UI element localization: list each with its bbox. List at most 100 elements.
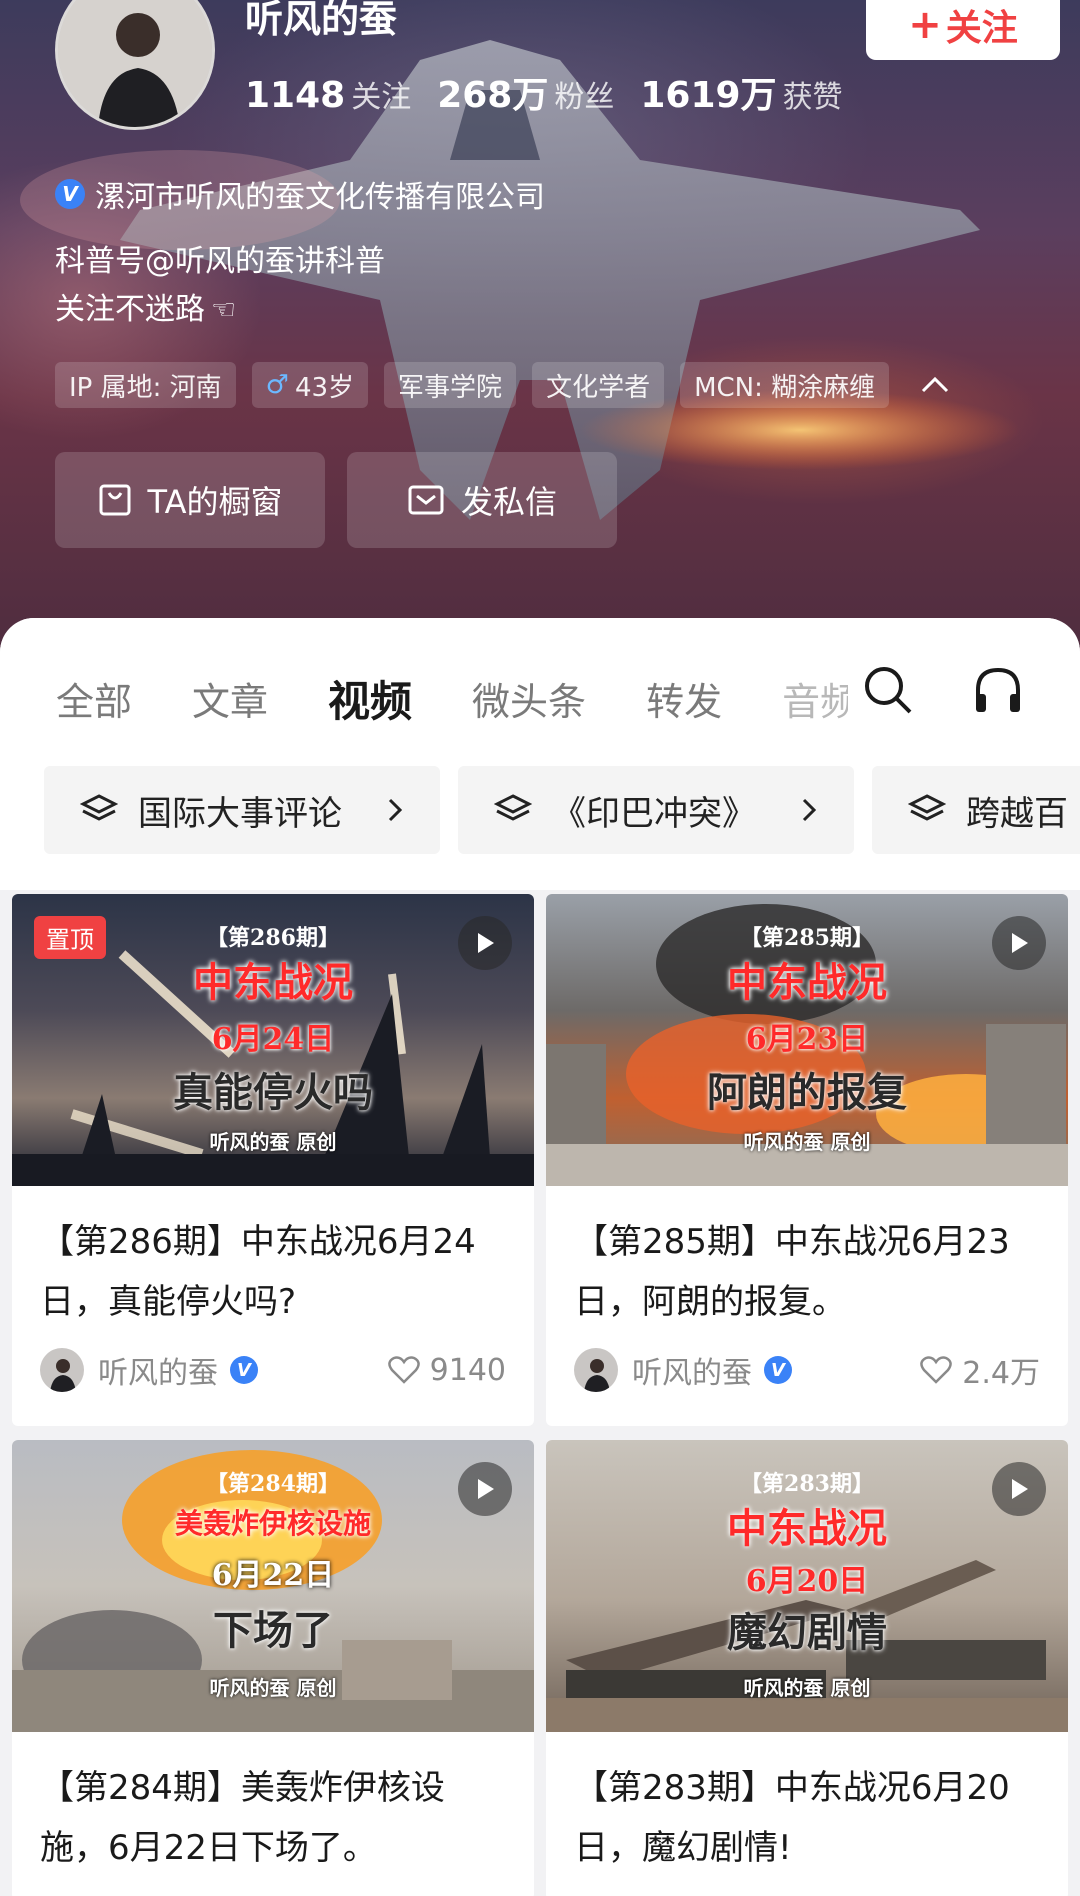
thumbnail-subtitle: 魔幻剧情 [727, 1609, 887, 1656]
thumbnail-signature: 听风的蚕 原创 [743, 1130, 871, 1154]
ip-location-tag: IP 属地: 河南 [55, 362, 236, 408]
plus-icon: + [908, 2, 942, 48]
heart-icon [387, 1356, 420, 1384]
like-count-value: 9140 [429, 1352, 506, 1388]
like-count[interactable]: 9140 [387, 1332, 506, 1408]
thumbnail-subtitle: 阿朗的报复 [707, 1069, 907, 1116]
verification-line: V 漯河市听风的蚕文化传播有限公司 [55, 172, 545, 216]
followers-stat[interactable]: 268万 粉丝 [437, 66, 614, 118]
age-tag: ♂ 43岁 [251, 362, 369, 408]
collection-label: 《印巴冲突》 [552, 793, 756, 834]
layers-icon [80, 794, 118, 821]
follow-button[interactable]: + 关注 [866, 0, 1060, 60]
thumbnail-issue: 【第286期】 [206, 925, 340, 951]
male-gender-icon: ♂ [265, 370, 289, 400]
verified-icon: V [230, 1356, 258, 1384]
thumbnail-issue: 【第283期】 [740, 1471, 874, 1497]
author-name[interactable]: 听风的蚕 [98, 1348, 218, 1392]
school-tag: 军事学院 [384, 362, 517, 408]
layers-icon [908, 794, 946, 821]
verified-icon: V [55, 179, 85, 209]
collections-row: 国际大事评论 《印巴冲突》 跨越百 [44, 766, 1080, 854]
tab-all[interactable]: 全部 [56, 671, 132, 726]
chevron-up-icon[interactable] [915, 365, 955, 405]
like-count[interactable]: 2.4万 [920, 1332, 1040, 1408]
search-icon[interactable] [862, 664, 914, 716]
thumbnail-headline: 美轰炸伊核设施 [174, 1507, 371, 1540]
like-count-value: 2.4万 [962, 1356, 1040, 1391]
chevron-right-icon [802, 798, 817, 822]
collection-label: 国际大事评论 [138, 793, 342, 834]
author-avatar[interactable] [574, 1348, 618, 1392]
thumbnail-signature: 听风的蚕 原创 [209, 1130, 337, 1154]
verified-icon: V [764, 1356, 792, 1384]
chevron-right-icon [388, 798, 403, 822]
shop-window-label: TA的橱窗 [147, 483, 283, 521]
shopping-bag-icon [99, 484, 131, 516]
video-card[interactable]: 置顶 【第286期】 中东战况 6月24日 真能停火吗 听风的蚕 原创 【第28… [12, 894, 534, 1426]
thumbnail-date: 6月22日 [211, 1558, 335, 1593]
verified-text: 漯河市听风的蚕文化传播有限公司 [95, 180, 545, 215]
likes-stat[interactable]: 1619万 获赞 [640, 66, 842, 118]
thumbnail-issue: 【第284期】 [206, 1471, 340, 1497]
video-title[interactable]: 【第285期】中东战况6月23日，阿朗的报复。 [546, 1186, 1068, 1332]
bio-line-1: 科普号@听风的蚕讲科普 [55, 244, 385, 279]
thumbnail-subtitle: 真能停火吗 [173, 1069, 373, 1116]
video-thumbnail[interactable]: 置顶 【第286期】 中东战况 6月24日 真能停火吗 听风的蚕 原创 [12, 894, 534, 1186]
thumbnail-headline: 中东战况 [727, 1505, 887, 1552]
collection-label: 跨越百 [966, 793, 1068, 834]
heart-icon [920, 1356, 953, 1384]
following-count: 1148 [245, 75, 346, 116]
envelope-icon [408, 485, 444, 515]
thumbnail-headline: 中东战况 [727, 959, 887, 1006]
video-title[interactable]: 【第286期】中东战况6月24日，真能停火吗? [12, 1186, 534, 1332]
following-label: 关注 [351, 80, 412, 115]
profile-name: 听风的蚕 [245, 0, 398, 41]
video-card[interactable]: 【第284期】 美轰炸伊核设施 6月22日 下场了 听风的蚕 原创 【第284期… [12, 1440, 534, 1896]
thumbnail-date: 6月20日 [745, 1564, 869, 1599]
tab-video[interactable]: 视频 [328, 668, 412, 729]
shop-window-button[interactable]: TA的橱窗 [55, 452, 325, 548]
profile-stats: 1148 关注 268万 粉丝 1619万 获赞 [245, 66, 843, 118]
thumbnail-signature: 听风的蚕 原创 [743, 1676, 871, 1700]
headphones-icon[interactable] [972, 664, 1024, 716]
video-meta: 听风的蚕 V 9140 [12, 1332, 534, 1408]
follow-button-label: 关注 [945, 8, 1018, 49]
video-thumbnail[interactable]: 【第283期】 中东战况 6月20日 魔幻剧情 听风的蚕 原创 [546, 1440, 1068, 1732]
title-tag: 文化学者 [532, 362, 665, 408]
mcn-tag: MCN: 糊涂麻缠 [680, 362, 890, 408]
following-stat[interactable]: 1148 关注 [245, 72, 411, 116]
thumbnail-date: 6月24日 [211, 1022, 335, 1057]
send-message-button[interactable]: 发私信 [347, 452, 617, 548]
thumbnail-issue: 【第285期】 [740, 925, 874, 951]
thumbnail-subtitle: 下场了 [213, 1607, 333, 1654]
followers-label: 粉丝 [554, 80, 615, 115]
video-title[interactable]: 【第284期】美轰炸伊核设施，6月22日下场了。 [12, 1732, 534, 1878]
content-panel: 全部 文章 视频 微头条 转发 音频 国际大事评论 《印巴冲突》 跨越百 置顶 … [0, 618, 1080, 1896]
collection-item[interactable]: 《印巴冲突》 [458, 766, 854, 854]
profile-bio: 科普号@听风的蚕讲科普 关注不迷路 ☜ [55, 238, 385, 334]
likes-count: 1619万 [640, 75, 777, 116]
content-header: 全部 文章 视频 微头条 转发 音频 国际大事评论 《印巴冲突》 跨越百 [0, 618, 1080, 890]
collection-item[interactable]: 跨越百 [872, 766, 1080, 854]
thumbnail-headline: 中东战况 [193, 959, 353, 1006]
send-message-label: 发私信 [460, 483, 557, 521]
profile-header: 听风的蚕 1148 关注 268万 粉丝 1619万 获赞 + 关注 V 漯河市听风的… [0, 0, 1080, 660]
bio-line-2: 关注不迷路 [55, 292, 205, 327]
tab-article[interactable]: 文章 [192, 671, 268, 726]
tab-repost[interactable]: 转发 [646, 671, 722, 726]
video-card[interactable]: 【第285期】 中东战况 6月23日 阿朗的报复 听风的蚕 原创 【第285期】… [546, 894, 1068, 1426]
video-thumbnail[interactable]: 【第284期】 美轰炸伊核设施 6月22日 下场了 听风的蚕 原创 [12, 1440, 534, 1732]
tab-micro[interactable]: 微头条 [472, 671, 586, 726]
video-title[interactable]: 【第283期】中东战况6月20日，魔幻剧情! [546, 1732, 1068, 1878]
author-name[interactable]: 听风的蚕 [632, 1348, 752, 1392]
followers-count: 268万 [437, 75, 549, 116]
tab-audio[interactable]: 音频 [782, 671, 848, 726]
collection-item[interactable]: 国际大事评论 [44, 766, 440, 854]
video-card[interactable]: 【第283期】 中东战况 6月20日 魔幻剧情 听风的蚕 原创 【第283期】中… [546, 1440, 1068, 1896]
video-meta: 听风的蚕 V 2.4万 [546, 1332, 1068, 1408]
layers-icon [494, 794, 532, 821]
pointing-hand-icon: ☜ [211, 293, 237, 326]
video-thumbnail[interactable]: 【第285期】 中东战况 6月23日 阿朗的报复 听风的蚕 原创 [546, 894, 1068, 1186]
author-avatar[interactable] [40, 1348, 84, 1392]
